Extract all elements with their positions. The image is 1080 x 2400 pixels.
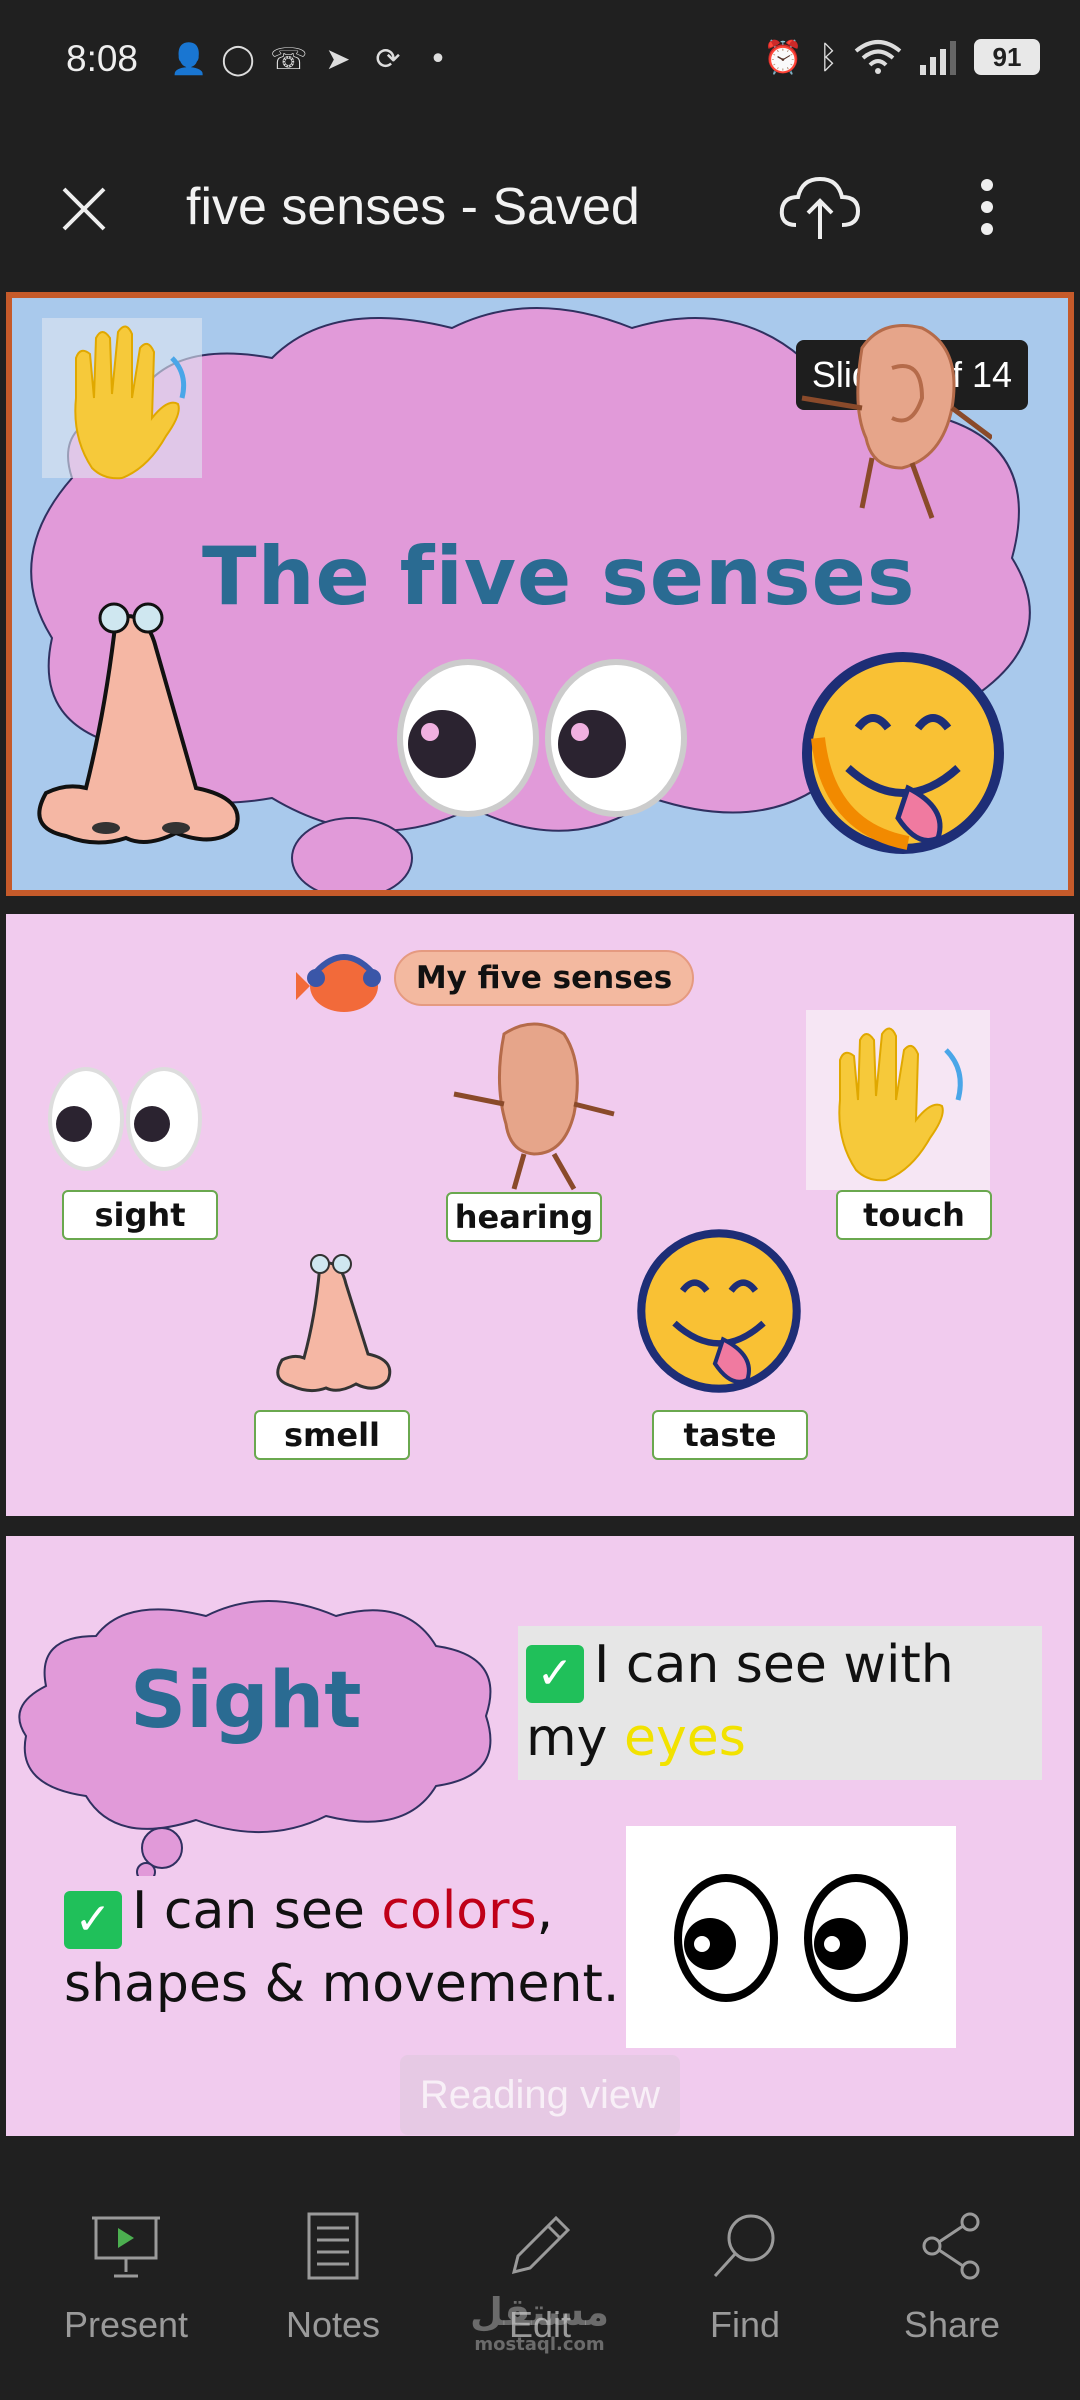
nav-present[interactable]: Present: [26, 2210, 226, 2346]
pencil-icon: [511, 2215, 571, 2275]
share-icon: [922, 2212, 980, 2280]
nav-notes-label: Notes: [285, 2304, 381, 2345]
waving-hand-icon: [806, 1010, 990, 1190]
slide-3-title: Sight: [130, 1656, 362, 1746]
signal-icon: [920, 41, 956, 75]
waving-hand-icon: [42, 318, 202, 480]
highlight-eyes: eyes: [623, 1708, 746, 1768]
notification-icons: 👤 ◯ ☏ ➤ ⟳ •: [170, 42, 456, 77]
search-icon: [713, 2214, 775, 2278]
present-icon: [92, 2216, 160, 2278]
label-smell: smell: [254, 1410, 410, 1460]
more-options-icon[interactable]: [960, 169, 1014, 245]
telegram-icon: ➤: [325, 42, 351, 77]
slide-thumbnail-2[interactable]: My five senses sight hearing touch smell…: [6, 914, 1074, 1516]
nav-present-label: Present: [63, 2304, 189, 2345]
document-title: five senses - Saved: [186, 178, 640, 236]
nav-share[interactable]: Share: [852, 2210, 1052, 2346]
label-hearing: hearing: [446, 1192, 602, 1242]
checkmark-icon: ✓: [526, 1645, 584, 1703]
ear-character-icon: [453, 1022, 615, 1191]
system-icons: ⏰ ᛒ 91: [763, 38, 1040, 76]
label-taste: taste: [652, 1410, 808, 1460]
label-sight: sight: [62, 1190, 218, 1240]
bottom-navigation: Present Notes Edit Find Share: [0, 2160, 1080, 2400]
status-bar: 8:08 👤 ◯ ☏ ➤ ⟳ • ⏰ ᛒ 91: [0, 0, 1080, 125]
fish-headphones-icon: [296, 954, 381, 1012]
battery-indicator: 91: [974, 39, 1040, 75]
sync-icon: ⟳: [375, 42, 401, 77]
status-time: 8:08: [66, 38, 139, 79]
tongue-smiley-icon: [637, 1229, 801, 1393]
slide-thumbnail-1[interactable]: Slide 1 of 14 The five senses: [6, 292, 1074, 896]
bluetooth-icon: ᛒ: [818, 38, 838, 76]
eyes-icon: [397, 659, 687, 817]
nose-character-icon: [37, 602, 240, 845]
wifi-icon: [854, 40, 902, 74]
alarm-icon: ⏰: [762, 38, 803, 76]
missed-call-icon: ☏: [270, 42, 308, 77]
watermark: مستقل mostaql.com: [470, 2290, 609, 2355]
notes-icon: [307, 2212, 359, 2280]
nav-notes[interactable]: Notes: [233, 2210, 433, 2346]
whatsapp-icon: ◯: [221, 42, 255, 77]
reading-view-button[interactable]: Reading view: [400, 2055, 680, 2135]
nav-find[interactable]: Find: [645, 2210, 845, 2346]
highlight-colors: colors: [381, 1881, 537, 1941]
sight-statement-1: ✓ I can see with my eyes: [518, 1626, 1042, 1780]
sight-statement-2: ✓ I can see colors, shapes & movement.: [64, 1881, 620, 2014]
slide-2-heading: My five senses: [394, 950, 694, 1006]
nav-share-label: Share: [903, 2304, 1001, 2345]
cloud-upload-icon[interactable]: [776, 169, 862, 245]
checkmark-icon: ✓: [64, 1891, 122, 1949]
googly-eyes-image: [626, 1826, 956, 2048]
eyes-icon: [48, 1067, 202, 1171]
app-bar: five senses - Saved: [0, 125, 1080, 285]
slide-1-title: The five senses: [202, 530, 916, 623]
ear-character-icon: [801, 324, 992, 519]
nose-character-icon: [276, 1254, 392, 1393]
tongue-smiley-icon: [802, 652, 1004, 854]
dot-icon: •: [429, 42, 447, 77]
nav-find-label: Find: [709, 2304, 781, 2345]
slide-thumbnail-3[interactable]: Sight ✓ I can see with my eyes ✓ I can see…: [6, 1536, 1074, 2136]
close-icon[interactable]: [50, 175, 118, 243]
label-touch: touch: [836, 1190, 992, 1240]
person-add-icon: 👤: [170, 42, 208, 77]
